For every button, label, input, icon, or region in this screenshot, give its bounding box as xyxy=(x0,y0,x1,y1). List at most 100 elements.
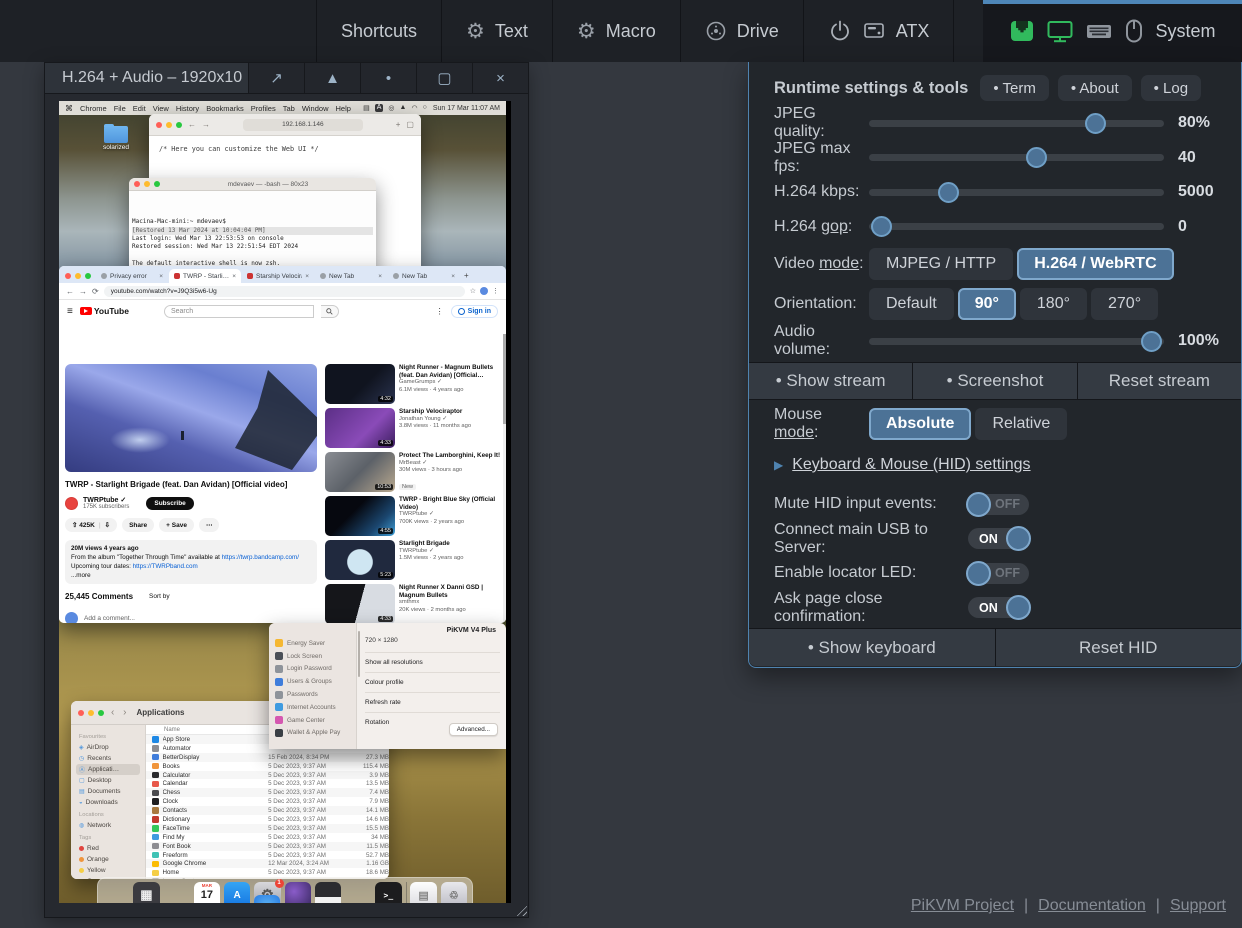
toggle-switch[interactable]: OFF xyxy=(968,563,1029,584)
stream-window-header[interactable]: H.264 + Audio – 1920x10 ↗ ▲ • ▢ × xyxy=(45,63,528,94)
hid-settings-row: ▶ Keyboard & Mouse (HID) settings xyxy=(774,452,1223,478)
finder-tag-item: Orange xyxy=(76,854,140,865)
log-button[interactable]: • Log xyxy=(1141,75,1201,101)
mode-mjpeg-button[interactable]: MJPEG / HTTP xyxy=(869,248,1013,280)
orientation-default-button[interactable]: Default xyxy=(869,288,954,320)
file-name: Calendar xyxy=(163,780,269,787)
orientation-270-button[interactable]: 270° xyxy=(1091,288,1158,320)
youtube-play-icon xyxy=(80,307,92,316)
footer-separator: | xyxy=(1024,897,1028,915)
support-link[interactable]: Support xyxy=(1170,897,1226,915)
screenshot-button[interactable]: • Screenshot xyxy=(913,363,1077,399)
file-date: 15 Feb 2024, 8:34 PM xyxy=(268,754,352,761)
toggle-row: Enable locator LED: OFF xyxy=(774,556,1223,591)
fullscreen-button[interactable]: ▢ xyxy=(416,63,472,93)
tab-label: Starship Velocira… xyxy=(256,273,302,280)
settings-item-label: Energy Saver xyxy=(287,640,325,647)
video-art-glow xyxy=(110,427,170,453)
about-button[interactable]: • About xyxy=(1058,75,1132,101)
share-button: Share xyxy=(122,518,154,532)
toggle-switch[interactable]: ON xyxy=(968,528,1029,549)
menubar-item: History xyxy=(176,104,199,113)
related-video-views: 1.5M views · 2 years ago xyxy=(399,555,501,563)
file-size: 18.6 MB xyxy=(353,869,389,876)
tab-close-icon: × xyxy=(232,273,236,280)
pikvm-project-link[interactable]: PiKVM Project xyxy=(911,897,1014,915)
slider-thumb[interactable] xyxy=(871,216,892,237)
file-date: 5 Dec 2023, 9:37 AM xyxy=(268,869,352,876)
slider-track[interactable] xyxy=(869,189,1164,196)
toggle-switch[interactable]: OFF xyxy=(968,494,1029,515)
related-video-item: 4:55 TWRP - Bright Blue Sky (Official Vi… xyxy=(325,496,501,536)
help-link[interactable]: mode xyxy=(819,255,859,272)
mouse-relative-button[interactable]: Relative xyxy=(975,408,1067,440)
hid-settings-link[interactable]: ▶ Keyboard & Mouse (HID) settings xyxy=(774,456,1031,474)
sidebar-item-icon: ▤ xyxy=(79,788,85,795)
slider-thumb[interactable] xyxy=(938,182,959,203)
slider-row: H.264 kbps: 5000 xyxy=(774,175,1223,210)
file-date: 5 Dec 2023, 9:37 AM xyxy=(268,825,352,832)
help-link[interactable]: gop xyxy=(821,218,848,235)
help-link[interactable]: mode xyxy=(774,424,814,441)
remote-video-stream[interactable]: ⌘ ChromeFileEditViewHistoryBookmarksProf… xyxy=(59,101,511,903)
menubar-item: File xyxy=(114,104,126,113)
file-name: Calculator xyxy=(163,772,269,779)
atx-case-icon xyxy=(862,20,886,42)
chrome-tabbar: Privacy error × TWRP - Starli… × xyxy=(59,266,506,283)
close-window-button[interactable]: × xyxy=(472,63,528,93)
raise-window-button[interactable]: ▲ xyxy=(304,63,360,93)
nav-item-text[interactable]: ⚙ Text xyxy=(442,0,553,62)
file-row: Chess 5 Dec 2023, 9:37 AM 7.4 MB xyxy=(146,788,389,797)
slider-track[interactable] xyxy=(869,223,1164,230)
slider-track[interactable] xyxy=(869,120,1164,127)
dock-icon xyxy=(254,895,280,904)
toggle-knob[interactable] xyxy=(966,492,991,517)
file-name: Freeform xyxy=(163,852,269,859)
show-keyboard-button[interactable]: • Show keyboard xyxy=(749,629,996,666)
toggle-switch[interactable]: ON xyxy=(968,597,1029,618)
slider-thumb[interactable] xyxy=(1026,147,1047,168)
nav-item-drive[interactable]: Drive xyxy=(681,0,804,62)
terminal-button[interactable]: • Term xyxy=(980,75,1048,101)
slider-track[interactable] xyxy=(869,154,1164,161)
related-video-item: 10:53 Protect The Lamborghini, Keep It! … xyxy=(325,452,501,492)
audio-slider-track[interactable] xyxy=(869,338,1164,345)
dock-icon: 17 MAR xyxy=(194,882,220,904)
settings-sidebar: Energy Saver Lock Screen Login Password xyxy=(269,623,357,749)
slider-thumb[interactable] xyxy=(1085,113,1106,134)
window-resize-grip[interactable] xyxy=(514,903,527,916)
reset-stream-button[interactable]: Reset stream xyxy=(1078,363,1241,399)
settings-item-icon xyxy=(275,703,283,711)
expand-window-button[interactable]: ↗ xyxy=(248,63,304,93)
power-icon[interactable] xyxy=(828,19,852,43)
toggle-knob[interactable] xyxy=(1006,595,1031,620)
nav-drive-label: Drive xyxy=(737,21,779,42)
orientation-90-button[interactable]: 90° xyxy=(958,288,1016,320)
file-size: 15.5 MB xyxy=(353,825,389,832)
mouse-absolute-button[interactable]: Absolute xyxy=(869,408,971,440)
toggle-knob[interactable] xyxy=(966,561,991,586)
finder-sidebar-item: ◈ AirDrop xyxy=(76,742,140,753)
channel-name: TWRPtube ✓ xyxy=(83,496,129,504)
mode-h264-button[interactable]: H.264 / WebRTC xyxy=(1017,248,1173,280)
original-size-button[interactable]: • xyxy=(360,63,416,93)
file-row: Freeform 5 Dec 2023, 9:37 AM 52.7 MB xyxy=(146,851,389,860)
nav-item-macro[interactable]: ⚙ Macro xyxy=(553,0,681,62)
collapsed-arrow-icon: ▶ xyxy=(774,458,783,472)
audio-slider-thumb[interactable] xyxy=(1141,331,1162,352)
nav-item-shortcuts[interactable]: Shortcuts xyxy=(317,0,442,62)
toggle-knob[interactable] xyxy=(1006,526,1031,551)
documentation-link[interactable]: Documentation xyxy=(1038,897,1146,915)
show-stream-button[interactable]: • Show stream xyxy=(749,363,913,399)
system-settings-window: PiKVM V4 Plus Energy Saver Lock Screen xyxy=(269,623,506,749)
file-row: Books 5 Dec 2023, 9:37 AM 115.4 MB xyxy=(146,762,389,771)
navbar-spacer xyxy=(0,0,317,62)
nav-item-atx[interactable]: ATX xyxy=(804,0,955,62)
orientation-180-button[interactable]: 180° xyxy=(1020,288,1087,320)
reset-hid-button[interactable]: Reset HID xyxy=(996,629,1242,666)
nav-item-system[interactable]: System xyxy=(983,0,1242,62)
file-name: Automator xyxy=(163,745,269,752)
file-date: 5 Dec 2023, 9:37 AM xyxy=(268,780,352,787)
folder-icon xyxy=(104,126,128,143)
settings-sidebar-item: Wallet & Apple Pay xyxy=(275,727,350,740)
